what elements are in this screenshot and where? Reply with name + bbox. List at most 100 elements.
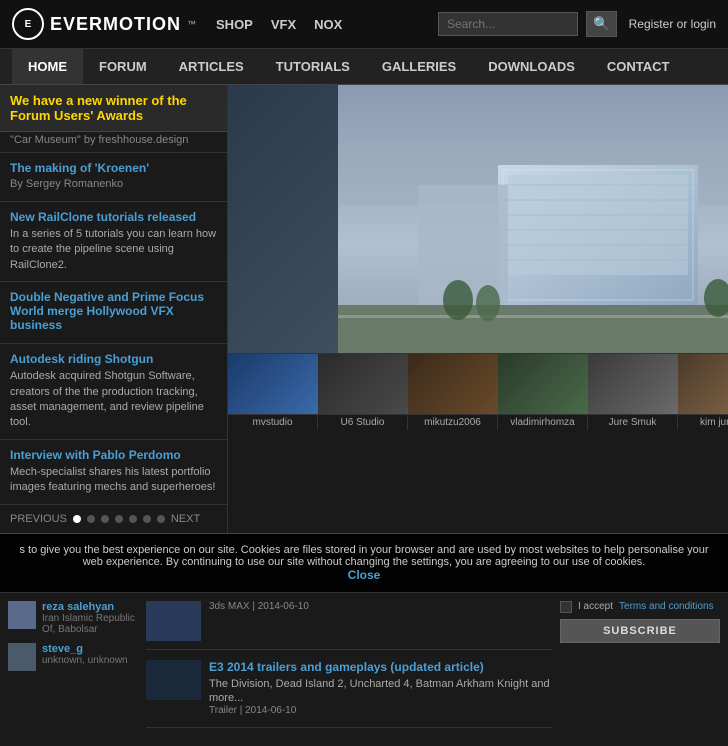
thumb-image-0 bbox=[228, 354, 318, 414]
cookie-bar: s to give you the best experience on our… bbox=[0, 533, 728, 592]
nav-contact[interactable]: CONTACT bbox=[591, 49, 686, 84]
user-info-0: reza salehyan Iran Islamic Republic Of, … bbox=[42, 601, 138, 635]
top-nav-shop[interactable]: SHOP bbox=[216, 17, 253, 32]
article-desc-1: In a series of 5 tutorials you can learn… bbox=[10, 227, 217, 273]
subscribe-checkbox[interactable] bbox=[560, 601, 572, 613]
nav-downloads[interactable]: DOWNLOADS bbox=[472, 49, 591, 84]
logo-icon[interactable]: E bbox=[12, 8, 44, 40]
subscribe-area: I accept Terms and conditions SUBSCRIBE bbox=[560, 601, 720, 739]
slider-next[interactable]: NEXT bbox=[171, 513, 200, 525]
content-body-0: 3ds MAX | 2014-06-10 bbox=[209, 601, 552, 641]
main-nav: HOME FORUM ARTICLES TUTORIALS GALLERIES … bbox=[0, 49, 728, 85]
thumb-image-2 bbox=[408, 354, 498, 414]
sidebar-title: We have a new winner of the Forum Users'… bbox=[0, 85, 227, 132]
list-item: Double Negative and Prime Focus World me… bbox=[0, 282, 227, 344]
top-nav-nox[interactable]: NOX bbox=[314, 17, 342, 32]
article-title-4[interactable]: Interview with Pablo Perdomo bbox=[10, 448, 217, 462]
user-name-1[interactable]: steve_g bbox=[42, 643, 128, 655]
content-thumb-0 bbox=[146, 601, 201, 641]
list-item: Interview with Pablo Perdomo Mech-specia… bbox=[0, 440, 227, 505]
top-nav-vfx[interactable]: VFX bbox=[271, 17, 296, 32]
user-info-1: steve_g unknown, unknown bbox=[42, 643, 128, 666]
slider-dot-0[interactable] bbox=[73, 515, 81, 523]
slider-nav: PREVIOUS NEXT bbox=[0, 505, 227, 533]
slider-dot-2[interactable] bbox=[101, 515, 109, 523]
article-desc-3: Autodesk acquired Shotgun Software, crea… bbox=[10, 369, 217, 431]
hero-image: › › bbox=[228, 85, 728, 353]
slider-dot-4[interactable] bbox=[129, 515, 137, 523]
article-desc-4: Mech-specialist shares his latest portfo… bbox=[10, 465, 217, 496]
thumb-label-4: Jure Smuk bbox=[588, 414, 677, 430]
content-body-1: E3 2014 trailers and gameplays (updated … bbox=[209, 660, 552, 720]
cookie-close-button[interactable]: Close bbox=[12, 568, 716, 582]
content-thumb-1 bbox=[146, 660, 201, 700]
content-desc-1: The Division, Dead Island 2, Uncharted 4… bbox=[209, 677, 552, 706]
user-location-0: Iran Islamic Republic Of, Babolsar bbox=[42, 613, 138, 635]
terms-link[interactable]: Terms and conditions bbox=[619, 601, 714, 612]
search-area: 🔍 bbox=[438, 11, 617, 37]
search-button[interactable]: 🔍 bbox=[586, 11, 617, 37]
thumb-item-3[interactable]: vladimirhomza bbox=[498, 354, 588, 430]
nav-home[interactable]: HOME bbox=[12, 49, 83, 84]
cookie-text: s to give you the best experience on our… bbox=[19, 544, 708, 568]
thumb-item-1[interactable]: U6 Studio bbox=[318, 354, 408, 430]
nav-articles[interactable]: ARTICLES bbox=[163, 49, 260, 84]
thumb-item-5[interactable]: kim jungin bbox=[678, 354, 728, 430]
thumb-item-2[interactable]: mikutzu2006 bbox=[408, 354, 498, 430]
thumb-image-4 bbox=[588, 354, 678, 414]
user-list: reza salehyan Iran Islamic Republic Of, … bbox=[8, 601, 138, 739]
auth-link[interactable]: Register or login bbox=[629, 17, 716, 31]
slider-dot-1[interactable] bbox=[87, 515, 95, 523]
thumb-label-2: mikutzu2006 bbox=[408, 414, 497, 430]
nav-galleries[interactable]: GALLERIES bbox=[366, 49, 472, 84]
user-location-1: unknown, unknown bbox=[42, 655, 128, 666]
thumb-label-3: vladimirhomza bbox=[498, 414, 587, 430]
content-area: We have a new winner of the Forum Users'… bbox=[0, 85, 728, 533]
bottom-section: reza salehyan Iran Islamic Republic Of, … bbox=[0, 592, 728, 746]
logo-area: E EVERMOTION ™ bbox=[12, 8, 196, 40]
content-title-1[interactable]: E3 2014 trailers and gameplays (updated … bbox=[209, 660, 552, 674]
user-avatar-1 bbox=[8, 643, 36, 671]
slider-dot-3[interactable] bbox=[115, 515, 123, 523]
thumb-label-5: kim jungin bbox=[678, 414, 728, 430]
thumb-image-1 bbox=[318, 354, 408, 414]
nav-tutorials[interactable]: TUTORIALS bbox=[260, 49, 366, 84]
thumb-item-0[interactable]: mvstudio bbox=[228, 354, 318, 430]
user-name-0[interactable]: reza salehyan bbox=[42, 601, 138, 613]
thumb-image-3 bbox=[498, 354, 588, 414]
subscribe-label: I accept bbox=[578, 601, 613, 612]
thumb-image-5 bbox=[678, 354, 728, 414]
article-title-3[interactable]: Autodesk riding Shotgun bbox=[10, 352, 217, 366]
user-avatar-0 bbox=[8, 601, 36, 629]
logo-text[interactable]: EVERMOTION bbox=[50, 14, 181, 35]
search-input[interactable] bbox=[438, 12, 578, 36]
list-item: The making of 'Kroenen' By Sergey Romane… bbox=[0, 153, 227, 202]
subscribe-row: I accept Terms and conditions bbox=[560, 601, 720, 613]
content-meta-0: 3ds MAX | 2014-06-10 bbox=[209, 601, 552, 612]
slider-dot-5[interactable] bbox=[143, 515, 151, 523]
list-item: Autodesk riding Shotgun Autodesk acquire… bbox=[0, 344, 227, 440]
top-nav: SHOP VFX NOX bbox=[216, 17, 342, 32]
subscribe-button[interactable]: SUBSCRIBE bbox=[560, 619, 720, 643]
nav-forum[interactable]: FORUM bbox=[83, 49, 163, 84]
content-item-1: E3 2014 trailers and gameplays (updated … bbox=[146, 660, 552, 729]
thumb-item-4[interactable]: Jure Smuk bbox=[588, 354, 678, 430]
article-title-1[interactable]: New RailClone tutorials released bbox=[10, 210, 217, 224]
recent-content: 3ds MAX | 2014-06-10 E3 2014 trailers an… bbox=[146, 601, 552, 739]
sidebar-subtitle: "Car Museum" by freshhouse.design bbox=[0, 132, 227, 153]
slider-prev[interactable]: PREVIOUS bbox=[10, 513, 67, 525]
article-title-0[interactable]: The making of 'Kroenen' bbox=[10, 161, 217, 175]
content-item-0: 3ds MAX | 2014-06-10 bbox=[146, 601, 552, 650]
content-meta-1: Trailer | 2014-06-10 bbox=[209, 705, 552, 716]
user-item-0: reza salehyan Iran Islamic Republic Of, … bbox=[8, 601, 138, 635]
thumb-label-1: U6 Studio bbox=[318, 414, 407, 430]
header: E EVERMOTION ™ SHOP VFX NOX 🔍 Register or… bbox=[0, 0, 728, 49]
sidebar: We have a new winner of the Forum Users'… bbox=[0, 85, 228, 533]
user-item-1: steve_g unknown, unknown bbox=[8, 643, 138, 671]
slider-dot-6[interactable] bbox=[157, 515, 165, 523]
article-title-2[interactable]: Double Negative and Prime Focus World me… bbox=[10, 290, 217, 332]
list-item: New RailClone tutorials released In a se… bbox=[0, 202, 227, 282]
logo-tm: ™ bbox=[187, 19, 196, 29]
thumbnails-row: mvstudio U6 Studio mikutzu2006 vladimirh… bbox=[228, 353, 728, 430]
main-area: › › mvstudio U6 Studio mikutzu2006 vladi… bbox=[228, 85, 728, 533]
